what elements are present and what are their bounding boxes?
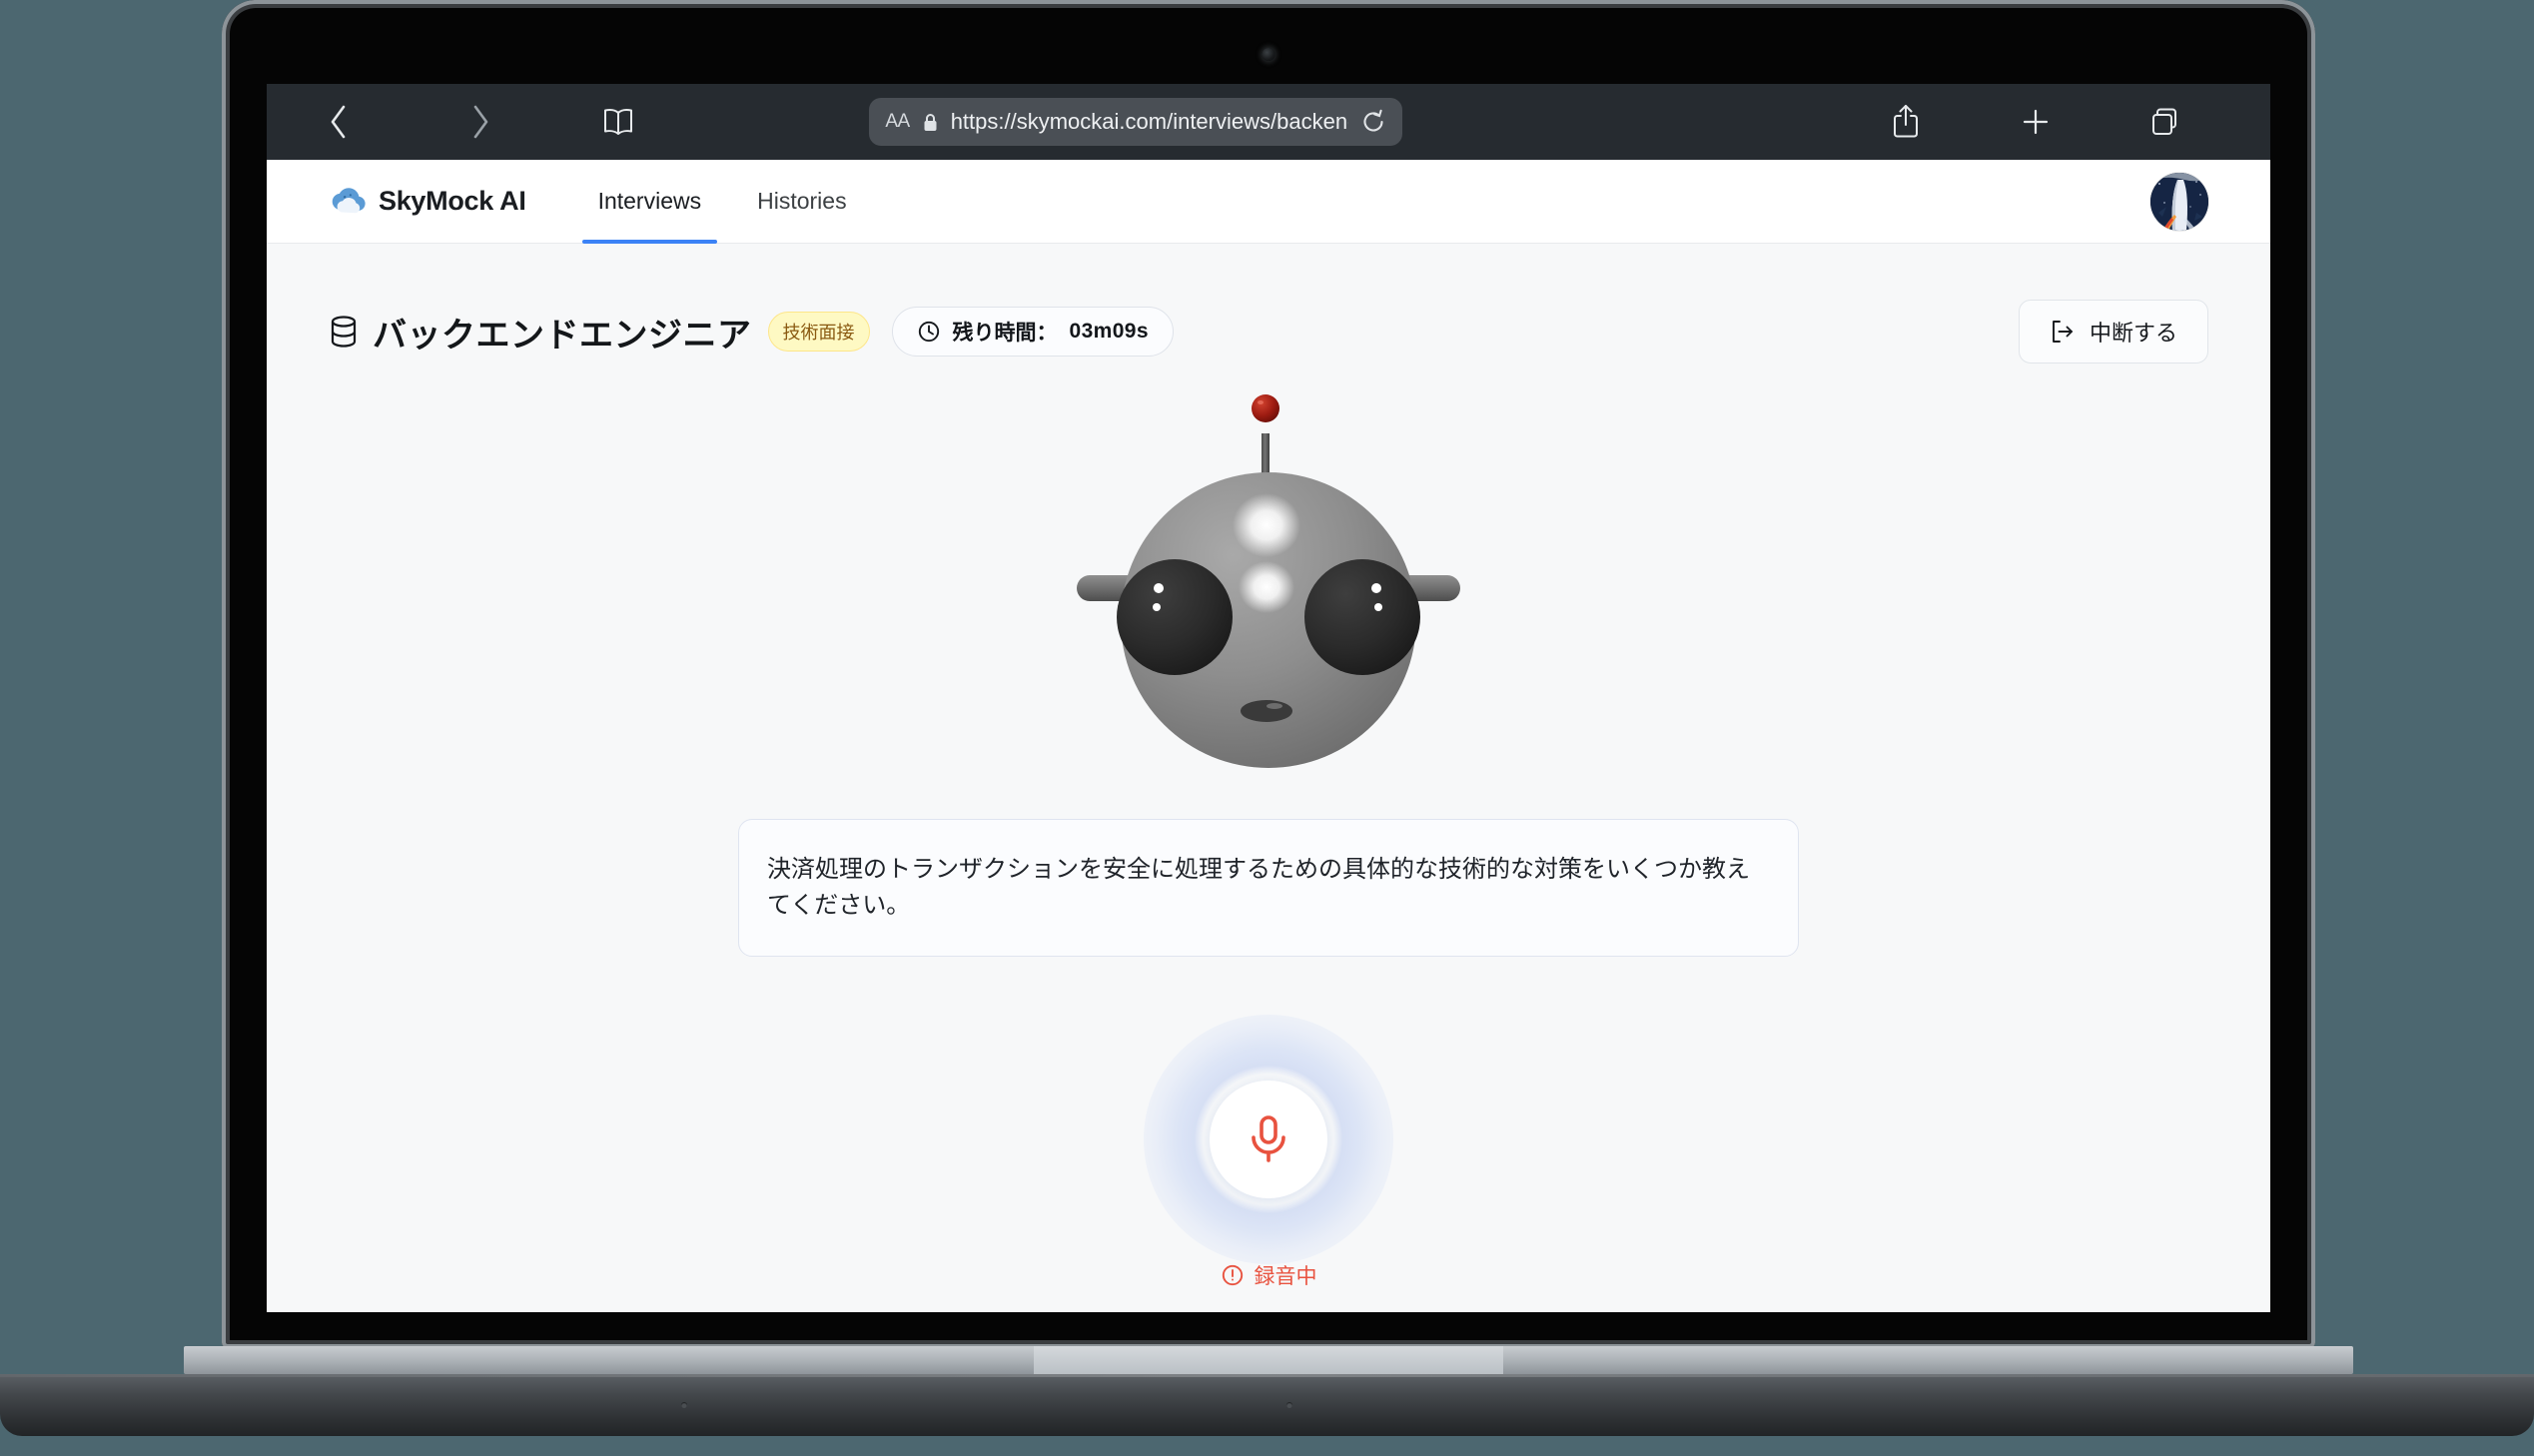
recording-status: 録音中 xyxy=(1221,1260,1317,1290)
laptop-screen: AA https://skymockai.com/interviews/back… xyxy=(267,84,2270,1312)
remaining-time-value: 03m09s xyxy=(1069,320,1149,343)
brand-name: SkyMock AI xyxy=(379,186,526,216)
question-card: 決済処理のトランザクションを安全に処理するための具体的な技術的な対策をいくつか教… xyxy=(738,819,1799,957)
browser-forward-button[interactable] xyxy=(448,100,512,144)
browser-back-button[interactable] xyxy=(307,100,371,144)
logout-icon xyxy=(2053,321,2073,343)
interviewer-avatar-stage xyxy=(329,377,2208,777)
recording-status-label: 録音中 xyxy=(1254,1265,1317,1288)
app-top-navigation: SkyMock AI Interviews Histories xyxy=(267,160,2270,244)
avatar-image xyxy=(2150,172,2208,231)
interview-type-badge: 技術面接 xyxy=(767,312,870,352)
page-header: バックエンドエンジニア 技術面接 残り時間： 03m09s 中断する xyxy=(329,300,2208,364)
browser-toolbar: AA https://skymockai.com/interviews/back… xyxy=(267,84,2270,160)
show-tabs-button[interactable] xyxy=(2101,100,2230,144)
remaining-time-chip: 残り時間： 03m09s xyxy=(891,307,1174,357)
laptop-base xyxy=(0,1374,2534,1436)
app-viewport: SkyMock AI Interviews Histories バックエンドエン… xyxy=(267,160,2270,1312)
database-icon xyxy=(329,315,359,349)
tab-interviews-label: Interviews xyxy=(597,188,702,214)
brand[interactable]: SkyMock AI xyxy=(329,183,526,221)
question-area: 決済処理のトランザクションを安全に処理するための具体的な技術的な対策をいくつか教… xyxy=(329,819,2208,957)
user-avatar[interactable] xyxy=(2150,172,2208,231)
chevron-left-icon xyxy=(331,105,346,139)
remaining-time-label: 残り時間： xyxy=(952,322,1058,345)
address-bar[interactable]: AA https://skymockai.com/interviews/back… xyxy=(869,98,1403,146)
reload-icon xyxy=(1363,109,1383,132)
webcam-icon xyxy=(1262,48,1275,61)
chevron-right-icon xyxy=(473,105,488,139)
bookmarks-button[interactable] xyxy=(586,100,650,144)
question-text: 決済処理のトランザクションを安全に処理するための具体的な技術的な対策をいくつか教… xyxy=(767,856,1750,919)
reload-button[interactable] xyxy=(1360,109,1386,135)
interview-page: バックエンドエンジニア 技術面接 残り時間： 03m09s 中断する 決済処理の… xyxy=(267,244,2270,1312)
clock-icon xyxy=(918,321,939,343)
url-text[interactable]: https://skymockai.com/interviews/backend… xyxy=(951,109,1349,135)
laptop-device: AA https://skymockai.com/interviews/back… xyxy=(0,0,2534,1436)
microphone-button[interactable] xyxy=(1210,1081,1327,1198)
tabs-icon xyxy=(2151,108,2176,135)
abort-interview-button[interactable]: 中断する xyxy=(2018,300,2208,364)
text-size-button[interactable]: AA xyxy=(885,111,910,133)
browser-right-actions xyxy=(1841,100,2230,144)
robot-interviewer-head xyxy=(1077,394,1460,768)
plus-icon xyxy=(2023,109,2049,135)
abort-interview-label: 中断する xyxy=(2089,321,2177,346)
tab-histories[interactable]: Histories xyxy=(729,160,874,244)
alert-circle-icon xyxy=(1222,1264,1243,1286)
microphone-icon xyxy=(1252,1115,1285,1162)
tab-histories-label: Histories xyxy=(757,188,847,214)
share-icon xyxy=(1893,105,1918,138)
new-tab-button[interactable] xyxy=(1971,100,2101,144)
nav-tabs: Interviews Histories xyxy=(570,160,875,244)
cloud-logo-icon xyxy=(332,187,366,213)
tab-interviews[interactable]: Interviews xyxy=(570,160,730,244)
lock-icon xyxy=(924,113,937,131)
mic-pulse-halo xyxy=(1144,1015,1393,1264)
share-button[interactable] xyxy=(1841,100,1971,144)
book-icon xyxy=(604,109,632,135)
recorder-area: 録音中 xyxy=(329,1015,2208,1290)
page-title: バックエンドエンジニア xyxy=(373,316,752,355)
page-title-group: バックエンドエンジニア xyxy=(329,308,752,357)
